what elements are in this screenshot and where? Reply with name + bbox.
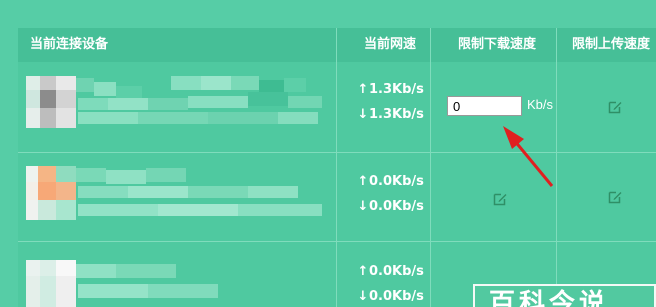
router-speed-limit-panel: 当前连接设备 当前网速 限制下载速度 限制上传速度 ↑1.3Kb/s ↓1.3K…	[0, 0, 656, 307]
watermark: 百科今说	[473, 284, 656, 307]
annotation-arrow	[503, 126, 554, 187]
